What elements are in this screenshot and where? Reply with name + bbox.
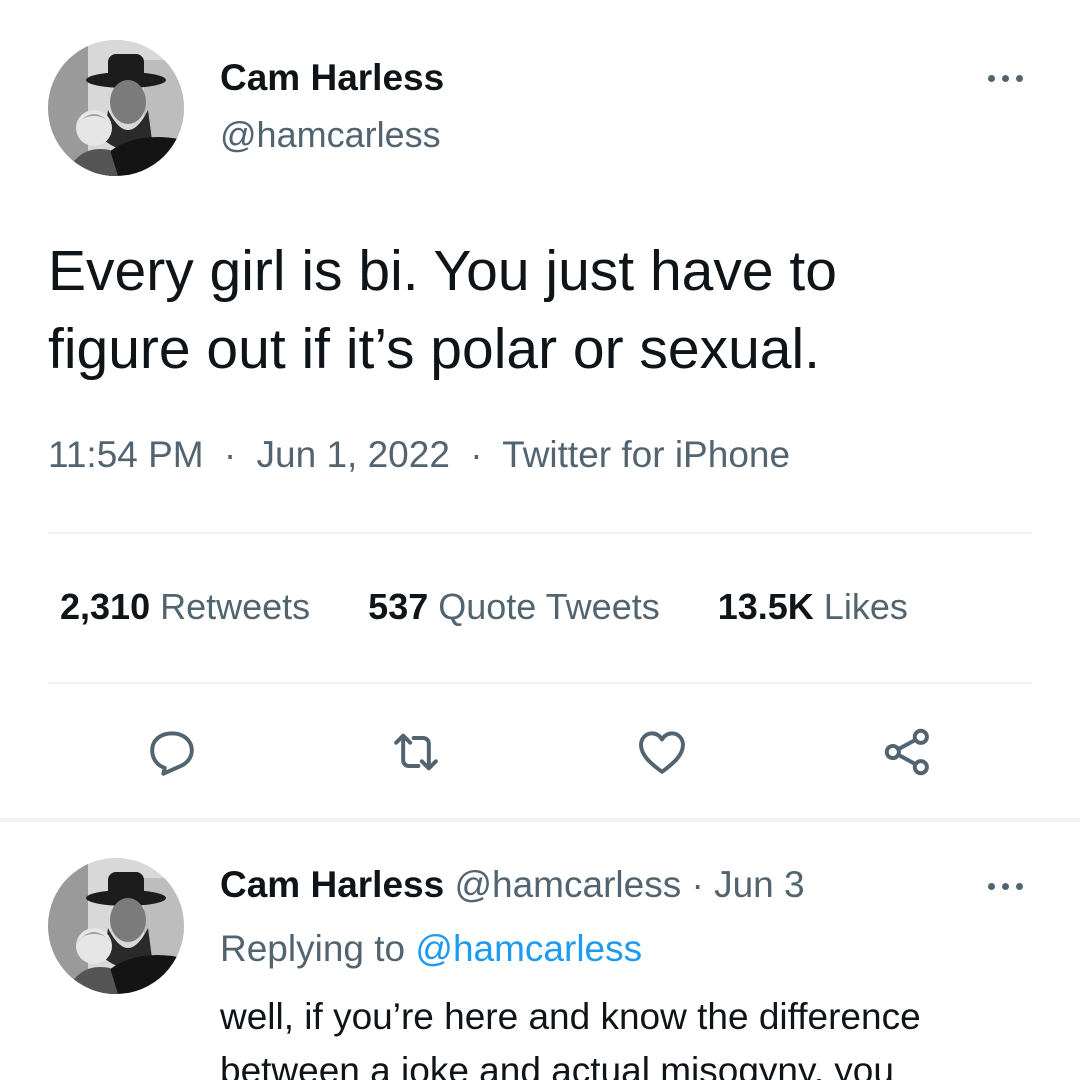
replying-to: Replying to @hamcarless: [220, 928, 642, 970]
meta-separator: ·: [470, 434, 483, 475]
more-dot: [987, 74, 995, 82]
reply-text-line: well, if you’re here and know the differ…: [220, 996, 921, 1037]
avatar-photo: [48, 40, 184, 176]
meta-separator: ·: [223, 434, 237, 475]
section-separator: [0, 818, 1080, 822]
share-icon[interactable]: [878, 722, 938, 782]
tweet-text: Every girl is bi. You just have to figur…: [48, 232, 1038, 388]
divider: [48, 682, 1032, 684]
reply-text: well, if you’re here and know the differ…: [220, 990, 1060, 1080]
retweets-label: Retweets: [160, 586, 311, 627]
tweet-text-line: figure out if it’s polar or sexual.: [48, 317, 821, 381]
reply-more-options-icon[interactable]: [975, 868, 1035, 904]
reply-text-line: between a joke and actual misogyny, you: [220, 1050, 894, 1080]
retweets-count: 2,310: [60, 586, 151, 627]
likes-label: Likes: [823, 586, 908, 627]
reply-date[interactable]: Jun 3: [714, 864, 805, 905]
retweets-stat[interactable]: 2,310 Retweets: [60, 586, 310, 628]
replying-handle-link[interactable]: @hamcarless: [415, 928, 642, 969]
quote-tweets-label: Quote Tweets: [438, 586, 660, 627]
more-dot: [1001, 74, 1009, 82]
tweet-meta: 11:54 PM · Jun 1, 2022 · Twitter for iPh…: [48, 434, 790, 476]
reply-author-avatar[interactable]: [48, 858, 184, 994]
heart-icon[interactable]: [632, 722, 692, 782]
tweet-text-line: Every girl is bi. You just have to: [48, 239, 837, 303]
tweet-time[interactable]: 11:54 PM: [48, 434, 204, 475]
reply-header: Cam Harless @hamcarless · Jun 3: [220, 864, 805, 906]
tweet-detail-page: Cam Harless @hamcarless Every girl is bi…: [0, 0, 1080, 1080]
more-dot: [1015, 882, 1023, 890]
retweet-icon[interactable]: [386, 722, 446, 782]
author-avatar[interactable]: [48, 40, 184, 176]
more-dot: [987, 882, 995, 890]
tweet-date[interactable]: Jun 1, 2022: [257, 434, 450, 475]
reply-icon[interactable]: [142, 722, 202, 782]
reply-author-handle[interactable]: @hamcarless: [454, 864, 681, 905]
reply-separator: ·: [691, 864, 704, 905]
likes-stat[interactable]: 13.5K Likes: [718, 586, 908, 628]
quote-tweets-stat[interactable]: 537 Quote Tweets: [368, 586, 660, 628]
avatar-photo: [48, 858, 184, 994]
more-dot: [1001, 882, 1009, 890]
tweet-source[interactable]: Twitter for iPhone: [502, 434, 790, 475]
more-options-icon[interactable]: [975, 60, 1035, 96]
likes-count: 13.5K: [717, 586, 814, 627]
divider: [48, 532, 1032, 534]
reply-author-name[interactable]: Cam Harless: [220, 864, 444, 905]
more-dot: [1015, 74, 1023, 82]
tweet-stats: 2,310 Retweets 537 Quote Tweets 13.5K Li…: [60, 586, 908, 628]
replying-prefix: Replying to: [220, 928, 406, 969]
quote-tweets-count: 537: [368, 586, 429, 627]
author-handle[interactable]: @hamcarless: [220, 114, 441, 156]
author-name[interactable]: Cam Harless: [220, 57, 444, 99]
